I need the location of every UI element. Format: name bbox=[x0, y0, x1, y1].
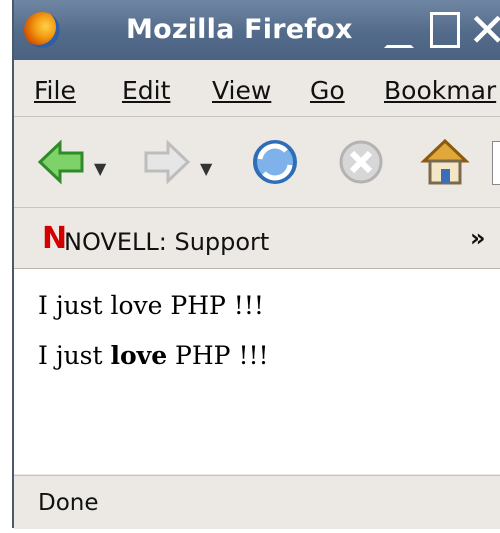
minimize-button[interactable] bbox=[384, 12, 414, 48]
close-button[interactable]: ✕ bbox=[468, 7, 500, 53]
content-line-2-bold: love bbox=[110, 341, 168, 370]
forward-arrow-icon[interactable] bbox=[140, 135, 194, 189]
menu-view[interactable]: View bbox=[212, 76, 271, 105]
location-field[interactable] bbox=[492, 141, 500, 185]
title-bar: Mozilla Firefox ✕ bbox=[14, 0, 500, 60]
browser-window: Mozilla Firefox ✕ File Edit View Go Book… bbox=[12, 0, 500, 529]
content-line-2-prefix: I just bbox=[38, 341, 111, 370]
bookmark-novell-support[interactable]: NOVELL: Support bbox=[64, 228, 269, 256]
menu-bookmarks[interactable]: Bookmar bbox=[384, 76, 496, 105]
page-content: I just love PHP !!! I just love PHP !!! bbox=[14, 269, 500, 474]
back-dropdown-icon[interactable]: ▼ bbox=[94, 159, 106, 178]
bookmarks-overflow-chevron[interactable]: » bbox=[470, 224, 486, 252]
menu-bar: File Edit View Go Bookmar bbox=[14, 60, 500, 117]
forward-dropdown-icon[interactable]: ▼ bbox=[200, 159, 212, 178]
menu-file[interactable]: File bbox=[34, 76, 76, 105]
bookmarks-toolbar: N NOVELL: Support » bbox=[14, 208, 500, 269]
navigation-toolbar: ▼ ▼ bbox=[14, 117, 500, 208]
content-line-2: I just love PHP !!! bbox=[38, 341, 269, 370]
content-line-2-suffix: PHP !!! bbox=[167, 341, 269, 370]
status-bar: Done bbox=[14, 475, 500, 529]
window-title: Mozilla Firefox bbox=[126, 14, 353, 45]
content-line-1: I just love PHP !!! bbox=[38, 291, 264, 320]
status-text: Done bbox=[38, 490, 99, 516]
home-icon[interactable] bbox=[418, 135, 472, 189]
back-arrow-icon[interactable] bbox=[34, 135, 88, 189]
menu-go[interactable]: Go bbox=[310, 76, 345, 105]
maximize-button[interactable] bbox=[430, 12, 460, 48]
reload-icon[interactable] bbox=[248, 135, 302, 189]
stop-icon[interactable] bbox=[334, 135, 388, 189]
menu-edit[interactable]: Edit bbox=[122, 76, 170, 105]
firefox-logo-icon bbox=[24, 12, 60, 48]
